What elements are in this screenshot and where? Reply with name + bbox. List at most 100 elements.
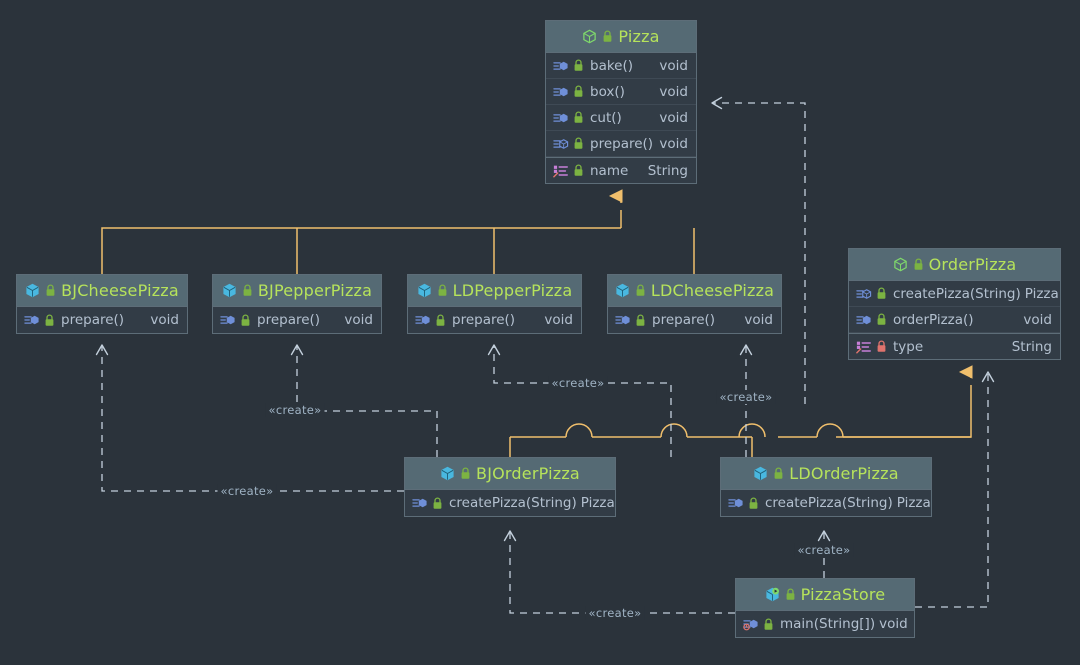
lock-public-icon	[635, 284, 646, 297]
edge-stereotype-label: «create»	[548, 376, 608, 390]
uml-class-ldcheesepizza[interactable]: LDCheesePizza prepare() void	[607, 274, 782, 334]
edge-stereotype-label: «create»	[794, 543, 854, 557]
lock-public-icon	[635, 313, 646, 327]
lock-public-icon	[602, 30, 613, 43]
uml-member-type: Pizza	[896, 495, 931, 511]
class-icon	[222, 283, 237, 298]
uml-class-header-bjpepperpizza[interactable]: BJPepperPizza	[213, 275, 381, 307]
lock-public-icon	[763, 617, 774, 631]
method-icon	[856, 313, 872, 327]
uml-member-type: void	[659, 135, 688, 152]
uml-class-ldpepperpizza[interactable]: LDPepperPizza prepare() void	[407, 274, 582, 334]
uml-class-pizzastore[interactable]: PizzaStore main(String[]) void	[735, 578, 915, 638]
lock-public-icon	[460, 467, 471, 480]
uml-class-pizza[interactable]: Pizza bake() void box() void cut() void prepare…	[545, 20, 697, 184]
method-icon	[553, 59, 569, 73]
uml-member-row[interactable]: prepare() void	[608, 307, 781, 333]
lock-public-icon	[432, 496, 443, 510]
uml-member-name: orderPizza()	[893, 311, 974, 328]
method-icon	[553, 111, 569, 125]
uml-class-title: LDCheesePizza	[650, 281, 775, 300]
uml-member-name: prepare()	[257, 312, 321, 328]
uml-member-type: void	[744, 312, 773, 328]
uml-member-row[interactable]: name String	[546, 157, 696, 183]
uml-class-header-pizzastore[interactable]: PizzaStore	[736, 579, 914, 611]
uml-member-type: void	[344, 312, 373, 328]
abstract-method-icon	[856, 287, 872, 301]
uml-class-header-bjcheesepizza[interactable]: BJCheesePizza	[17, 275, 187, 307]
uml-member-type: Pizza	[580, 495, 615, 511]
uml-class-bjpepperpizza[interactable]: BJPepperPizza prepare() void	[212, 274, 382, 334]
uml-member-type: Pizza	[1024, 285, 1059, 302]
class-icon	[753, 466, 768, 481]
static-method-icon	[743, 617, 759, 631]
method-icon	[415, 313, 431, 327]
method-icon	[24, 313, 40, 327]
uml-member-row[interactable]: bake() void	[546, 53, 696, 79]
uml-member-row[interactable]: prepare() void	[546, 131, 696, 157]
uml-member-type: void	[1023, 311, 1052, 328]
method-icon	[220, 313, 236, 327]
uml-diagram-canvas: Pizza bake() void box() void cut() void prepare…	[0, 0, 1080, 665]
uml-class-orderpizza[interactable]: OrderPizza createPizza(String) Pizza orderP…	[848, 248, 1061, 360]
uml-member-row[interactable]: main(String[]) void	[736, 611, 914, 637]
lock-public-icon	[785, 588, 796, 601]
runnable-class-icon	[765, 587, 780, 602]
uml-class-header-orderpizza[interactable]: OrderPizza	[849, 249, 1060, 281]
lock-public-icon	[573, 137, 584, 150]
uml-member-row[interactable]: createPizza(String) Pizza	[849, 281, 1060, 307]
uml-member-name: prepare()	[652, 312, 716, 328]
uml-class-bjorderpizza[interactable]: BJOrderPizza createPizza(String) Pizza	[404, 457, 616, 517]
class-icon	[417, 283, 432, 298]
uml-class-title: BJOrderPizza	[476, 464, 580, 483]
field-icon	[856, 340, 872, 354]
method-icon	[728, 496, 744, 510]
uml-class-header-ldorderpizza[interactable]: LDOrderPizza	[721, 458, 931, 490]
uml-member-row[interactable]: orderPizza() void	[849, 307, 1060, 333]
uml-member-row[interactable]: box() void	[546, 79, 696, 105]
uml-class-bjcheesepizza[interactable]: BJCheesePizza prepare() void	[16, 274, 188, 334]
uml-member-row[interactable]: cut() void	[546, 105, 696, 131]
uml-class-title: LDPepperPizza	[452, 281, 573, 300]
lock-public-icon	[573, 111, 584, 124]
uml-class-ldorderpizza[interactable]: LDOrderPizza createPizza(String) Pizza	[720, 457, 932, 517]
uml-class-title: BJCheesePizza	[61, 281, 179, 300]
uml-class-title: Pizza	[618, 27, 660, 46]
uml-member-name: main(String[])	[780, 616, 876, 632]
uml-class-header-ldpepperpizza[interactable]: LDPepperPizza	[408, 275, 581, 307]
lock-public-icon	[773, 467, 784, 480]
lock-public-icon	[45, 284, 56, 297]
uml-class-title: LDOrderPizza	[789, 464, 899, 483]
uml-class-header-bjorderpizza[interactable]: BJOrderPizza	[405, 458, 615, 490]
uml-member-row[interactable]: type String	[849, 333, 1060, 359]
lock-public-icon	[437, 284, 448, 297]
uml-member-type: void	[659, 83, 688, 100]
method-icon	[615, 313, 631, 327]
edge-stereotype-label: «create»	[217, 484, 277, 498]
uml-member-name: createPizza(String)	[449, 495, 577, 511]
uml-member-row[interactable]: createPizza(String) Pizza	[405, 490, 615, 516]
lock-public-icon	[435, 313, 446, 327]
uml-member-name: createPizza(String)	[765, 495, 893, 511]
uml-member-type: void	[879, 616, 908, 632]
abstract-class-icon	[582, 29, 597, 44]
class-icon	[25, 283, 40, 298]
field-icon	[553, 164, 569, 178]
uml-class-title: OrderPizza	[928, 255, 1017, 274]
uml-member-type: String	[647, 162, 688, 179]
uml-member-row[interactable]: createPizza(String) Pizza	[721, 490, 931, 516]
uml-class-title: PizzaStore	[800, 585, 886, 604]
uml-member-type: void	[150, 312, 179, 328]
uml-member-name: prepare()	[452, 312, 516, 328]
uml-class-header-ldcheesepizza[interactable]: LDCheesePizza	[608, 275, 781, 307]
edge-stereotype-label: «create»	[585, 606, 645, 620]
uml-member-name: prepare()	[61, 312, 125, 328]
uml-member-name: box()	[590, 83, 625, 100]
uml-member-row[interactable]: prepare() void	[408, 307, 581, 333]
uml-member-row[interactable]: prepare() void	[17, 307, 187, 333]
lock-private-icon	[876, 340, 887, 353]
uml-class-header-pizza[interactable]: Pizza	[546, 21, 696, 53]
uml-member-row[interactable]: prepare() void	[213, 307, 381, 333]
uml-member-name: createPizza(String)	[893, 285, 1021, 302]
lock-public-icon	[573, 164, 584, 177]
